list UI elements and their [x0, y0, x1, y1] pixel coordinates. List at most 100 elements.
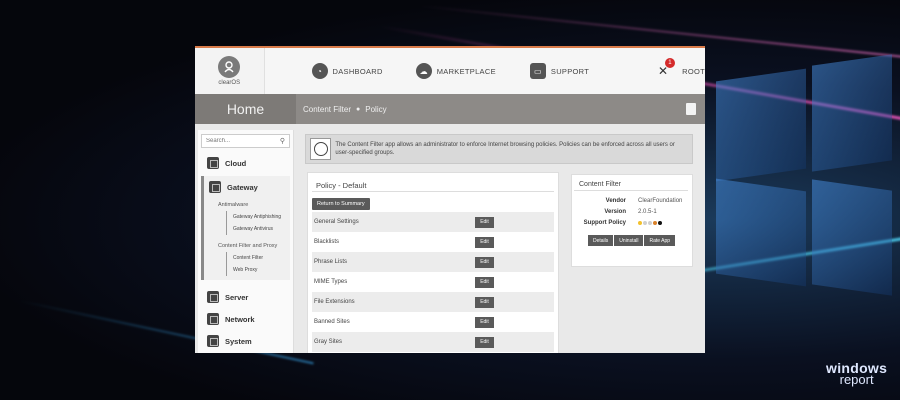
- clearos-logo-icon: [218, 56, 241, 78]
- breadcrumb-content-filter[interactable]: Content Filter: [303, 105, 351, 114]
- sidebar: ⚲ Cloud Gateway Antimalware Gateway Anti…: [198, 130, 294, 353]
- edit-button[interactable]: Edit: [475, 276, 494, 288]
- sidebar-item-label: System: [225, 336, 252, 346]
- policy-row-label: General Settings: [314, 219, 359, 225]
- vendor-label: Vendor: [605, 198, 626, 204]
- edit-button[interactable]: Edit: [475, 296, 494, 308]
- vendor-row: Vendor ClearFoundation: [572, 198, 692, 204]
- policy-title: Policy - Default: [312, 173, 554, 192]
- edit-button[interactable]: Edit: [475, 336, 494, 348]
- nav-root-label: ROOT: [682, 66, 705, 76]
- nav-marketplace-label: MARKETPLACE: [436, 66, 496, 76]
- cloud-download-icon: ☁: [415, 63, 432, 79]
- sidebar-subheading-content-filter-proxy: Content Filter and Proxy: [218, 243, 278, 249]
- speedometer-icon: ◔: [311, 63, 328, 79]
- cube-icon: [207, 157, 219, 169]
- globe-icon: [310, 138, 332, 160]
- policy-row-label: File Extensions: [314, 299, 355, 305]
- rate-app-button[interactable]: Rate App: [644, 235, 676, 246]
- inbox-icon: ▭: [529, 63, 546, 79]
- sidebar-item-label: Cloud: [225, 158, 247, 168]
- vendor-value: ClearFoundation: [638, 198, 683, 204]
- cube-icon: [207, 313, 219, 325]
- edit-button[interactable]: Edit: [475, 316, 494, 328]
- return-to-summary-button[interactable]: Return to Summary: [312, 198, 370, 210]
- support-dot: [638, 221, 642, 225]
- sidebar-item-gateway[interactable]: Gateway: [204, 176, 290, 198]
- version-value: 2.0.5-1: [638, 209, 657, 215]
- nav-dashboard-label: DASHBOARD: [332, 66, 383, 76]
- policy-row-label: Gray Sites: [314, 339, 343, 345]
- support-dot: [648, 221, 652, 225]
- nav-support[interactable]: ▭ SUPPORT: [529, 48, 590, 94]
- windows-logo-pane: [716, 68, 806, 182]
- sidebar-item-label: Server: [225, 292, 249, 302]
- sidebar-item-label: Gateway: [227, 182, 258, 192]
- app-description: The Content Filter app allows an adminis…: [335, 142, 675, 156]
- sidebar-subgroup: Content Filter Web Proxy: [226, 252, 290, 276]
- support-dot: [658, 221, 662, 225]
- windows-report-watermark: windows report: [826, 361, 887, 386]
- search-input[interactable]: [206, 138, 276, 144]
- home-title[interactable]: Home: [195, 94, 296, 124]
- table-row: Banned Sites Edit: [312, 312, 554, 332]
- cube-icon: [207, 335, 219, 347]
- nav-marketplace[interactable]: ☁ MARKETPLACE: [415, 48, 496, 94]
- support-policy-dots: [638, 220, 662, 226]
- nav-bar: ◔ DASHBOARD ☁ MARKETPLACE ▭ SUPPORT ✕ 1 …: [263, 48, 705, 94]
- nav-root[interactable]: ✕ 1 ROOT: [655, 48, 705, 94]
- edit-button[interactable]: Edit: [475, 256, 494, 268]
- cube-icon: [207, 291, 219, 303]
- version-label: Version: [604, 209, 626, 215]
- support-dot: [643, 221, 647, 225]
- support-row: Support Policy: [572, 220, 692, 226]
- sidebar-subgroup: Gateway Antiphishing Gateway Antivirus: [226, 211, 290, 235]
- support-label: Support Policy: [583, 220, 626, 226]
- breadcrumb-policy: Policy: [365, 104, 387, 114]
- support-dot: [653, 221, 657, 225]
- table-row: Phrase Lists Edit: [312, 252, 554, 272]
- edit-button[interactable]: Edit: [475, 236, 494, 248]
- sidebar-item-network[interactable]: Network: [198, 308, 293, 330]
- card-buttons: Details Uninstall Rate App: [588, 235, 692, 246]
- card-title: Content Filter: [574, 175, 688, 191]
- uninstall-button[interactable]: Uninstall: [614, 235, 644, 246]
- page-title-bar: Home Content Filter ● Policy: [195, 94, 705, 124]
- table-row: Gray Sites Edit: [312, 332, 554, 352]
- sidebar-link-content-filter[interactable]: Content Filter: [227, 252, 290, 264]
- policy-row-label: MIME Types: [314, 279, 348, 285]
- breadcrumb: Content Filter ● Policy: [303, 105, 387, 114]
- nav-support-label: SUPPORT: [550, 66, 590, 76]
- notification-badge: 1: [665, 58, 676, 68]
- policy-row-label: Phrase Lists: [314, 259, 348, 265]
- details-button[interactable]: Details: [588, 235, 614, 246]
- cube-icon: [209, 181, 221, 193]
- sidebar-item-label: Network: [225, 314, 255, 324]
- policy-row-label: Blacklists: [314, 239, 340, 245]
- clearos-window: clearOS ◔ DASHBOARD ☁ MARKETPLACE ▭ SUPP…: [195, 46, 705, 353]
- policy-list: General Settings Edit Blacklists Edit Phrase…: [312, 212, 554, 352]
- sidebar-link-antiphishing[interactable]: Gateway Antiphishing: [227, 211, 290, 223]
- search-icon[interactable]: ⚲: [280, 137, 285, 145]
- sidebar-link-antivirus[interactable]: Gateway Antivirus: [227, 223, 290, 235]
- breadcrumb-separator-icon: ●: [356, 105, 361, 113]
- sidebar-item-cloud[interactable]: Cloud: [198, 152, 293, 174]
- windows-logo-pane: [812, 179, 892, 296]
- policy-panel: Policy - Default Return to Summary Gener…: [307, 172, 559, 353]
- windows-logo-pane: [812, 54, 892, 172]
- sidebar-link-web-proxy[interactable]: Web Proxy: [227, 264, 290, 276]
- table-row: MIME Types Edit: [312, 272, 554, 292]
- windows-logo-pane: [716, 178, 806, 287]
- sidebar-item-server[interactable]: Server: [198, 286, 293, 308]
- book-icon[interactable]: [686, 103, 696, 115]
- content-filter-card: Content Filter Vendor ClearFoundation Ve…: [571, 174, 693, 267]
- version-row: Version 2.0.5-1: [572, 209, 692, 215]
- policy-row-label: Banned Sites: [314, 319, 350, 325]
- app-info-banner: The Content Filter app allows an adminis…: [305, 134, 693, 164]
- nav-dashboard[interactable]: ◔ DASHBOARD: [311, 48, 383, 94]
- sidebar-item-system[interactable]: System: [198, 330, 293, 352]
- logo-text: clearOS: [218, 80, 241, 86]
- table-row: File Extensions Edit: [312, 292, 554, 312]
- clearos-logo[interactable]: clearOS: [195, 48, 264, 94]
- edit-button[interactable]: Edit: [475, 216, 494, 228]
